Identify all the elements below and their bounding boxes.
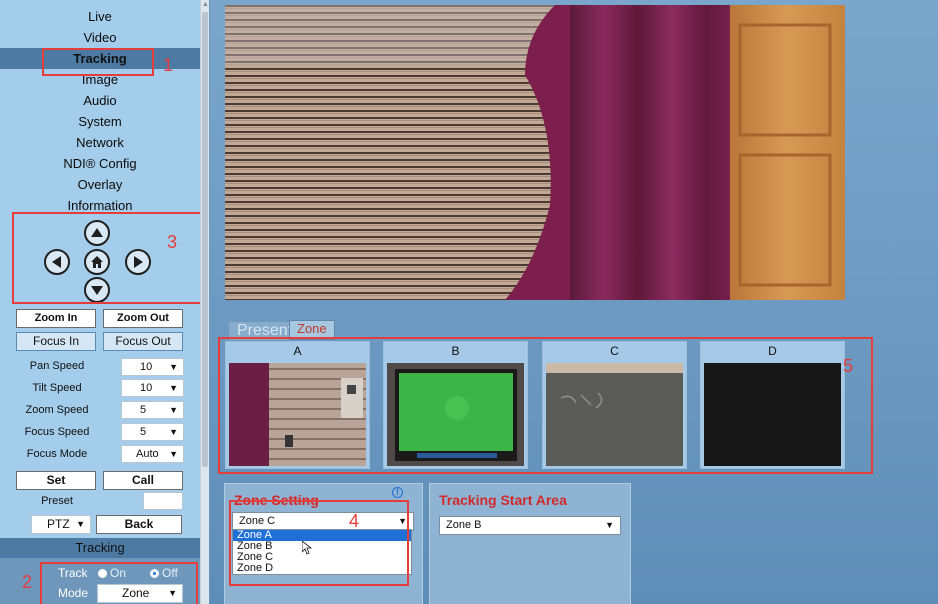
tracking-start-area-value: Zone B [446, 519, 482, 531]
zoom-speed-select[interactable]: 5 ▼ [121, 401, 184, 419]
back-button[interactable]: Back [96, 515, 182, 534]
focus-mode-label: Focus Mode [26, 448, 88, 460]
pan-up-button[interactable] [84, 220, 110, 246]
annotation-number-3: 3 [167, 232, 178, 252]
chevron-down-icon: ▼ [398, 516, 407, 526]
zone-label: D [768, 344, 777, 358]
annotation-number-1: 1 [163, 55, 174, 75]
mouse-cursor-icon [301, 540, 313, 560]
zone-card-d[interactable]: D [700, 341, 845, 469]
tracking-section-header: Tracking [0, 538, 200, 558]
annotation-number-4: 4 [349, 511, 360, 531]
nav-item-ndi-config[interactable]: NDI® Config [0, 153, 200, 174]
track-off-radio[interactable]: Off [150, 566, 198, 580]
zone-c-thumbnail [546, 363, 683, 466]
chevron-down-icon: ▼ [169, 362, 178, 372]
focus-out-button[interactable]: Focus Out [103, 332, 183, 351]
zone-a-thumbnail [229, 363, 366, 466]
call-preset-button[interactable]: Call [103, 471, 183, 490]
chevron-down-icon: ▼ [169, 405, 178, 415]
scroll-up-icon[interactable]: ▲ [201, 0, 210, 10]
pan-right-button[interactable] [125, 249, 151, 275]
nav-menu: Live Video Tracking Image Audio System N… [0, 6, 200, 216]
live-video-preview [225, 5, 845, 300]
nav-item-video[interactable]: Video [0, 27, 200, 48]
tracking-start-area-panel: Tracking Start Area [429, 483, 631, 604]
nav-item-network[interactable]: Network [0, 132, 200, 153]
nav-item-live[interactable]: Live [0, 6, 200, 27]
nav-item-audio[interactable]: Audio [0, 90, 200, 111]
chevron-down-icon: ▼ [605, 520, 614, 530]
track-on-label: On [110, 566, 127, 580]
focus-speed-select[interactable]: 5 ▼ [121, 423, 184, 441]
zone-card-b[interactable]: B [383, 341, 528, 469]
tracking-mode-value: Zone [122, 586, 150, 600]
focus-speed-label: Focus Speed [24, 426, 90, 438]
mode-label: Mode [58, 586, 89, 600]
pan-down-button[interactable] [84, 277, 110, 303]
home-button[interactable] [84, 249, 110, 275]
tilt-speed-select[interactable]: 10 ▼ [121, 379, 184, 397]
zoom-out-button[interactable]: Zoom Out [103, 309, 183, 328]
sidebar-scrollbar[interactable]: ▲ [200, 0, 209, 604]
tracking-mode-select[interactable]: Zone ▼ [97, 584, 183, 603]
zone-b-thumbnail [387, 363, 524, 466]
pan-speed-label: Pan Speed [29, 360, 85, 372]
tilt-speed-value: 10 [140, 382, 153, 394]
info-icon[interactable]: ! [392, 487, 403, 498]
pan-speed-value: 10 [140, 361, 153, 373]
chevron-down-icon: ▼ [168, 588, 177, 598]
zone-label: B [451, 344, 460, 358]
chevron-down-icon: ▼ [169, 427, 178, 437]
zone-d-thumbnail [704, 363, 841, 466]
tab-zone[interactable]: Zone [289, 320, 335, 340]
zone-setting-value: Zone C [239, 515, 276, 527]
chevron-down-icon: ▼ [169, 383, 178, 393]
track-off-label: Off [162, 566, 178, 580]
scrollbar-thumb[interactable] [202, 12, 208, 467]
pan-speed-select[interactable]: 10 ▼ [121, 358, 184, 376]
zoom-speed-value: 5 [140, 404, 147, 416]
zoom-speed-label: Zoom Speed [25, 404, 89, 416]
pan-left-button[interactable] [44, 249, 70, 275]
zone-card-c[interactable]: C [542, 341, 687, 469]
zone-setting-title: Zone Setting [234, 492, 319, 508]
zone-label: C [610, 344, 619, 358]
zone-label: A [293, 344, 302, 358]
nav-item-overlay[interactable]: Overlay [0, 174, 200, 195]
chevron-down-icon: ▼ [76, 519, 85, 529]
annotation-number-2: 2 [22, 572, 33, 592]
arrow-down-icon [91, 286, 103, 295]
preset-label: Preset [41, 495, 73, 507]
zone-option-d[interactable]: Zone D [233, 563, 411, 574]
zone-setting-dropdown-list: Zone A Zone B Zone C Zone D [232, 529, 412, 575]
sidebar: Live Video Tracking Image Audio System N… [0, 0, 200, 604]
arrow-right-icon [134, 256, 143, 268]
focus-in-button[interactable]: Focus In [16, 332, 96, 351]
tilt-speed-label: Tilt Speed [32, 382, 82, 394]
zoom-in-button[interactable]: Zoom In [16, 309, 96, 328]
annotation-number-5: 5 [843, 356, 854, 376]
zone-card-a[interactable]: A [225, 341, 370, 469]
arrow-left-icon [52, 256, 61, 268]
focus-mode-select[interactable]: Auto ▼ [121, 445, 184, 463]
track-on-radio[interactable]: On [98, 566, 142, 580]
focus-mode-value: Auto [136, 448, 159, 460]
ptz-mode-select[interactable]: PTZ ▼ [31, 515, 91, 534]
nav-item-information[interactable]: Information [0, 195, 200, 216]
set-preset-button[interactable]: Set [16, 471, 96, 490]
arrow-up-icon [91, 228, 103, 237]
tracking-start-area-select[interactable]: Zone B ▼ [439, 516, 621, 535]
radio-unchecked-icon [98, 569, 107, 578]
nav-item-system[interactable]: System [0, 111, 200, 132]
track-label: Track [58, 566, 88, 580]
radio-checked-icon [150, 569, 159, 578]
ptz-mode-value: PTZ [47, 517, 70, 531]
preset-input[interactable] [143, 492, 183, 510]
home-icon [91, 256, 103, 268]
chevron-down-icon: ▼ [169, 449, 178, 459]
focus-speed-value: 5 [140, 426, 147, 438]
tracking-start-area-title: Tracking Start Area [439, 492, 567, 508]
